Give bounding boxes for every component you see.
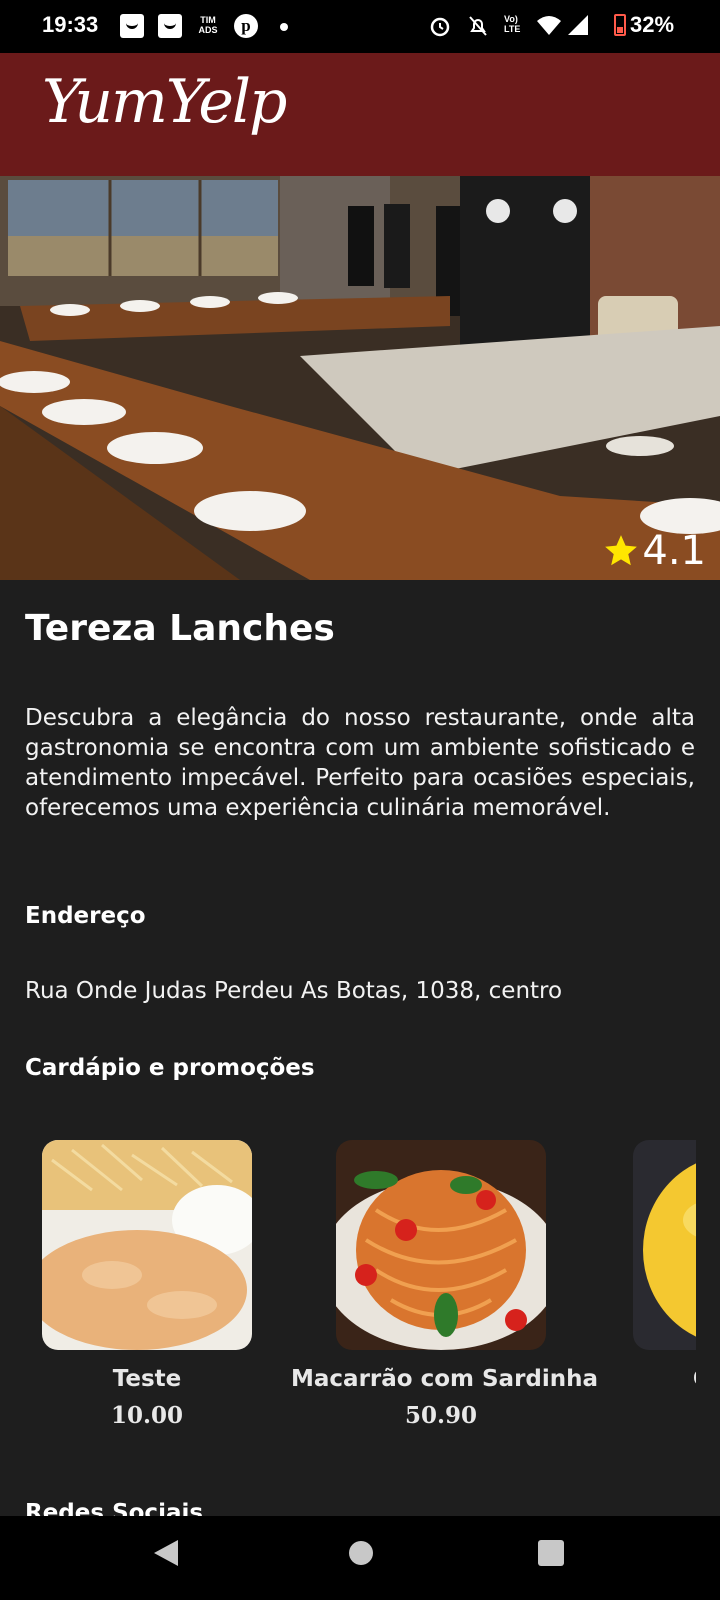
restaurant-interior-photo — [0, 176, 720, 580]
menu-item-card[interactable]: Teste 10.00 — [0, 1140, 297, 1429]
status-bar: 19:33 TIM ADS p Vo) LTE 32% — [0, 0, 720, 53]
pinterest-icon: p — [234, 14, 258, 38]
rating-value: 4.1 — [642, 528, 706, 574]
status-time: 19:33 — [42, 12, 99, 37]
menu-item-price: 50.90 — [404, 1402, 478, 1429]
app-logo: YumYelp — [42, 67, 287, 137]
signal-icon — [566, 14, 590, 36]
restaurant-address: Rua Onde Judas Perdeu As Botas, 1038, ce… — [25, 978, 563, 1004]
carrier-label: TIM ADS — [198, 15, 218, 35]
mute-icon — [466, 14, 490, 38]
more-notifications-icon — [280, 23, 288, 31]
menu-item-card[interactable]: Macarrão com Sardinha 50.90 — [291, 1140, 599, 1429]
menu-heading: Cardápio e promoções — [25, 1055, 315, 1081]
wifi-icon — [536, 14, 562, 36]
menu-item-image[interactable] — [336, 1140, 546, 1350]
menu-item-image[interactable] — [42, 1140, 252, 1350]
app-bar: YumYelp — [0, 53, 720, 176]
star-icon — [605, 535, 638, 566]
volte-icon: Vo) LTE — [504, 14, 521, 34]
menu-item-price: 10.00 — [110, 1402, 184, 1429]
battery-percent: 32% — [630, 12, 675, 37]
system-navigation-bar — [0, 1516, 720, 1600]
restaurant-hero-image: 4.1 — [0, 176, 720, 580]
rating-badge: 4.1 — [602, 528, 706, 574]
menu-item-name: Macarrão com Sardinha — [291, 1366, 599, 1392]
menu-item-card[interactable]: Cuscuz — [588, 1140, 696, 1392]
menu-item-image[interactable] — [633, 1140, 696, 1350]
menu-item-name: Teste — [112, 1366, 182, 1392]
restaurant-description: Descubra a elegância do nosso restaurant… — [25, 705, 695, 821]
battery-icon — [614, 14, 626, 36]
alarm-icon — [428, 14, 452, 38]
notification-icon — [158, 14, 182, 38]
back-button[interactable] — [152, 1538, 180, 1572]
notification-icon — [120, 14, 144, 38]
home-button[interactable] — [347, 1538, 375, 1572]
address-heading: Endereço — [25, 903, 146, 929]
recents-button[interactable] — [537, 1538, 565, 1572]
restaurant-name: Tereza Lanches — [25, 608, 335, 649]
menu-carousel[interactable]: Teste 10.00 Macarrão com Sardinha 50.90 — [0, 1140, 696, 1440]
menu-item-name: Cuscuz — [588, 1366, 696, 1392]
